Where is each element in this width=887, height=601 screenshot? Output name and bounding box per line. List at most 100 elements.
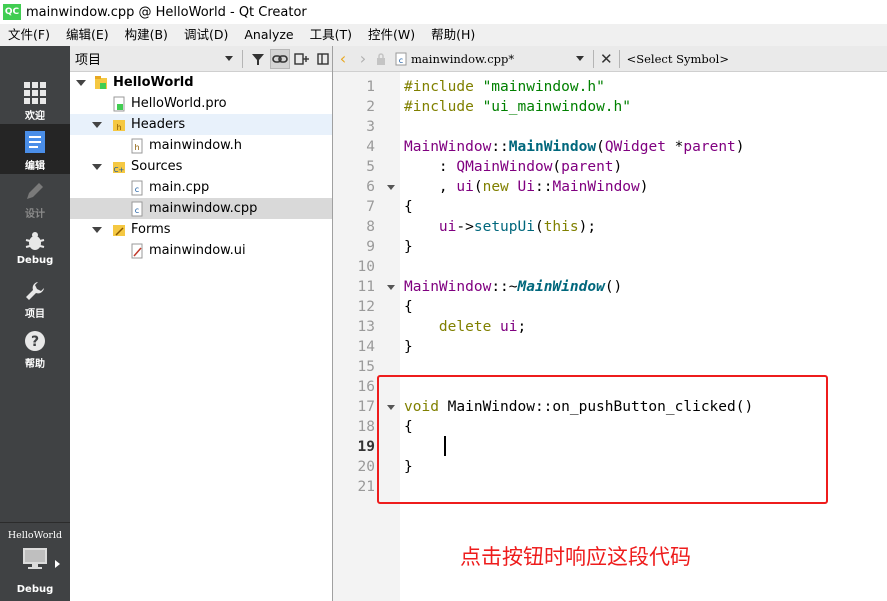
kit-arrow-icon [55, 560, 60, 568]
monitor-icon [23, 548, 47, 569]
project-view-selector[interactable]: 项目 [75, 49, 217, 68]
tree-row-forms[interactable]: Forms [70, 219, 332, 240]
line-number: 13 [357, 319, 375, 335]
tree-label: mainwindow.h [149, 138, 242, 153]
menu-analyze[interactable]: Analyze [236, 24, 301, 46]
line-number: 1 [366, 79, 375, 95]
line-number: 21 [357, 479, 375, 495]
lock-icon [377, 52, 385, 65]
mode-edit-label: 编辑 [25, 161, 45, 172]
bug-icon [25, 232, 45, 250]
split-button[interactable] [292, 49, 312, 69]
mode-debug[interactable]: Debug [0, 224, 70, 274]
cpp-file-icon: c [131, 180, 143, 195]
close-sidebar-button[interactable] [313, 49, 333, 69]
code-editor[interactable]: #include "mainwindow.h" #include "ui_mai… [400, 72, 887, 601]
tree-label: Sources [131, 159, 183, 174]
mode-projects-label: 项目 [25, 309, 45, 320]
combo-arrow-icon[interactable] [225, 56, 234, 61]
annotation-text: 点击按钮时响应这段代码 [460, 545, 691, 569]
menu-tools[interactable]: 工具(T) [302, 24, 360, 46]
tree-row-mainwindow-cpp[interactable]: c mainwindow.cpp [70, 198, 332, 219]
toolbar-separator [618, 49, 620, 68]
tree-row-headers[interactable]: h Headers [70, 114, 332, 135]
mode-design[interactable]: 设计 [0, 174, 70, 224]
menu-widgets[interactable]: 控件(W) [360, 24, 423, 46]
tree-label: main.cpp [149, 180, 210, 195]
svg-text:h: h [134, 143, 139, 152]
svg-text:?: ? [31, 334, 39, 350]
mode-sidebar: 欢迎 编辑 设计 Debug 项目 ? 帮助 HelloWorld Debug [0, 46, 70, 601]
tree-row-mainwindow-h[interactable]: h mainwindow.h [70, 135, 332, 156]
ui-file-icon [131, 243, 143, 258]
project-panel-header: 项目 [70, 46, 333, 72]
link-icon [272, 54, 288, 63]
menu-edit[interactable]: 编辑(E) [58, 24, 117, 46]
menu-build[interactable]: 构建(B) [117, 24, 176, 46]
header-folder-icon: h [113, 119, 125, 132]
grid-icon [24, 82, 46, 104]
document-icon [25, 131, 45, 153]
help-icon: ? [25, 331, 45, 351]
filter-icon [252, 53, 265, 65]
editor-toolbar: ‹ › c mainwindow.cpp* ✕ <Select Symbol> [333, 46, 887, 72]
forms-folder-icon [113, 224, 125, 236]
svg-text:h: h [116, 123, 121, 132]
line-number: 15 [357, 359, 375, 375]
open-document-selector[interactable]: mainwindow.cpp* [411, 52, 576, 66]
qt-creator-logo-icon: QC [3, 4, 21, 20]
menu-debug[interactable]: 调试(D) [176, 24, 236, 46]
tree-label: HelloWorld [113, 75, 194, 90]
code-line-11: MainWindow::~MainWindow() [404, 279, 623, 295]
mode-projects[interactable]: 项目 [0, 274, 70, 324]
mode-help-label: 帮助 [25, 359, 45, 370]
menu-help[interactable]: 帮助(H) [423, 24, 483, 46]
go-back-button[interactable]: ‹ [333, 48, 353, 70]
pro-file-icon [113, 96, 125, 111]
svg-text:c: c [135, 206, 139, 215]
link-with-editor-button[interactable] [270, 48, 290, 69]
mode-help[interactable]: ? 帮助 [0, 324, 70, 374]
chevron-left-icon: ‹ [339, 49, 347, 68]
kit-build-config: Debug [16, 584, 54, 595]
menu-file[interactable]: 文件(F) [0, 24, 58, 46]
tree-row-project[interactable]: HelloWorld [70, 72, 332, 93]
line-number-gutter: 1 2 3 4 5 6 7 8 9 10 11 12 13 14 15 16 1… [333, 72, 400, 601]
go-forward-button[interactable]: › [353, 48, 373, 70]
project-tree: HelloWorld HelloWorld.pro h Headers h ma… [70, 72, 332, 601]
code-line-6: , ui(new Ui::MainWindow) [404, 179, 649, 195]
close-document-button[interactable]: ✕ [600, 50, 613, 68]
tree-row-pro-file[interactable]: HelloWorld.pro [70, 93, 332, 114]
fold-marker-icon[interactable] [387, 285, 395, 290]
line-number: 6 [366, 179, 375, 195]
tree-row-mainwindow-ui[interactable]: mainwindow.ui [70, 240, 332, 261]
mode-edit[interactable]: 编辑 [0, 124, 70, 174]
symbol-selector[interactable]: <Select Symbol> [627, 52, 729, 66]
tree-row-main-cpp[interactable]: c main.cpp [70, 177, 332, 198]
mode-welcome[interactable]: 欢迎 [0, 76, 70, 126]
kit-selector[interactable]: HelloWorld Debug [0, 522, 70, 601]
line-number: 2 [366, 99, 375, 115]
code-line-13: delete ui; [438, 319, 527, 335]
code-line-7: { [404, 199, 413, 215]
header-file-icon: h [131, 138, 143, 153]
close-sidebar-icon [317, 52, 329, 65]
filter-button[interactable] [248, 49, 268, 69]
code-line-14: } [404, 339, 413, 355]
tree-row-sources[interactable]: C+ Sources [70, 156, 332, 177]
document-dropdown-icon[interactable] [576, 56, 584, 61]
expand-arrow-icon[interactable] [92, 163, 102, 170]
expand-arrow-icon[interactable] [92, 226, 102, 233]
line-number: 16 [357, 379, 375, 395]
expand-arrow-icon[interactable] [92, 121, 102, 128]
kit-project-name: HelloWorld [7, 530, 63, 541]
tree-label: Headers [131, 117, 186, 132]
code-line-12: { [404, 299, 413, 315]
window-title: mainwindow.cpp @ HelloWorld - Qt Creator [26, 4, 307, 20]
expand-arrow-icon[interactable] [76, 79, 86, 86]
line-number: 9 [366, 239, 375, 255]
line-number: 4 [366, 139, 375, 155]
mode-debug-label: Debug [16, 255, 54, 266]
line-number: 14 [357, 339, 375, 355]
fold-marker-icon[interactable] [387, 185, 395, 190]
